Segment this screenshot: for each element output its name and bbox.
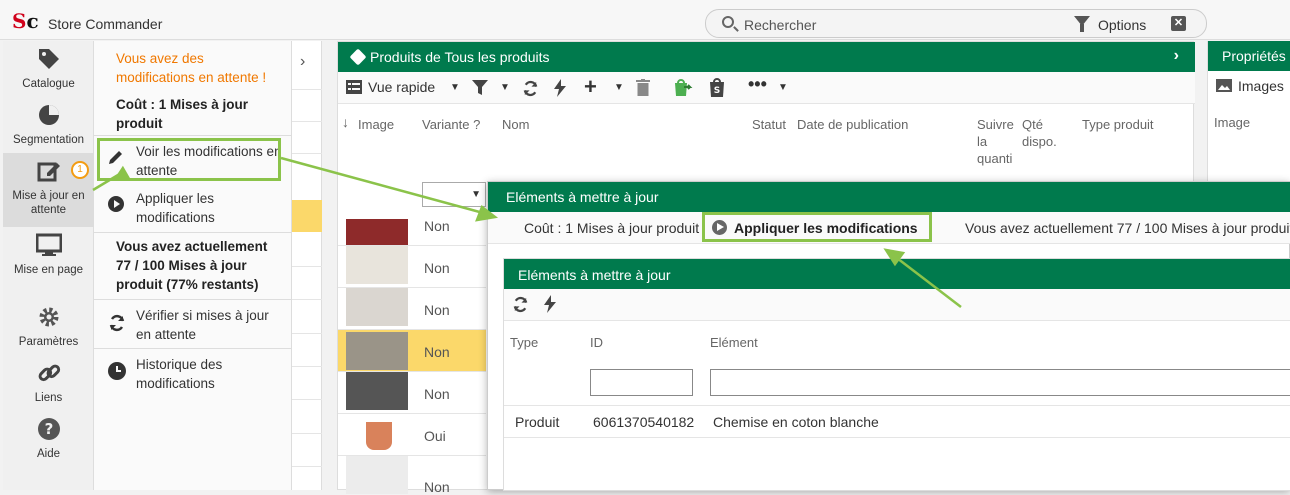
callout-arrows [92,156,962,308]
callout-arrow [280,156,488,216]
callout-arrow [892,254,962,308]
